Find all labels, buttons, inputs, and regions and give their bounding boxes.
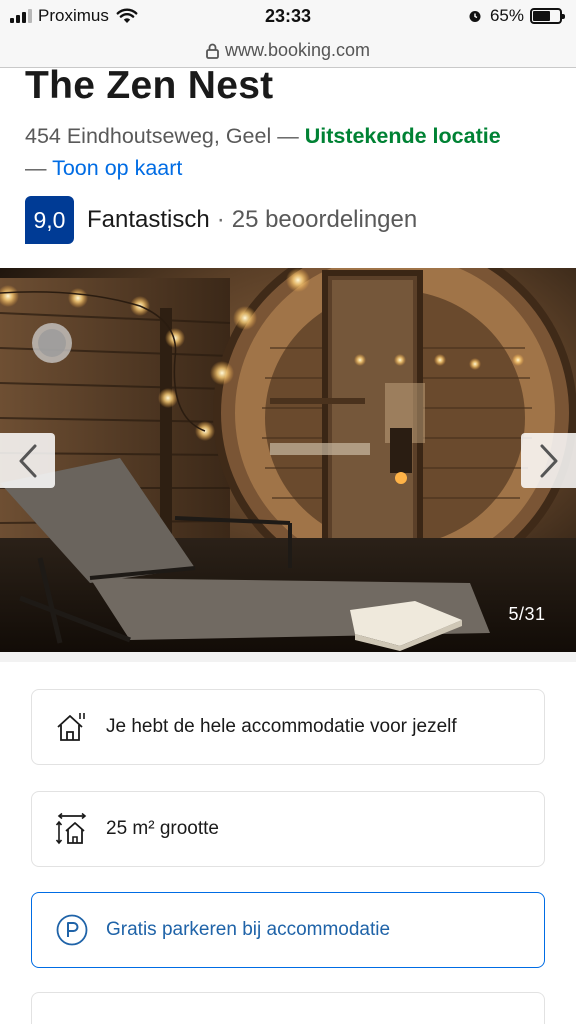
rating-separator: · [216, 206, 225, 233]
location-badge: Uitstekende locatie [304, 124, 501, 148]
alarm-icon [469, 11, 481, 22]
house-icon [52, 707, 92, 747]
rating-row[interactable]: 9,0 Fantastisch · 25 beoordelingen [25, 196, 417, 244]
lock-icon [206, 43, 219, 59]
battery-level [533, 11, 550, 21]
facility-card-parking[interactable]: Gratis parkeren bij accommodatie [31, 892, 545, 968]
facility-label: Gratis parkeren bij accommodatie [106, 919, 391, 940]
map-link-separator: — [25, 156, 47, 180]
sauna-barrel-photo [0, 268, 576, 652]
battery-percent: 65% [489, 6, 524, 25]
chevron-right-icon [540, 444, 557, 477]
section-divider [0, 652, 576, 662]
parking-icon [52, 910, 92, 950]
review-count[interactable]: 25 beoordelingen [232, 206, 418, 234]
house-icon [52, 1011, 92, 1024]
facility-label: 25 m² grootte [106, 818, 219, 839]
status-bar: Proximus 23:33 65% [0, 0, 576, 34]
battery-icon [530, 8, 565, 24]
status-right: 65% [468, 6, 565, 26]
property-title: The Zen Nest [25, 64, 274, 107]
facility-card-entire-place: Je hebt de hele accommodatie voor jezelf [31, 689, 545, 765]
size-icon [52, 809, 92, 849]
property-address: 454 Eindhoutseweg, Geel [25, 124, 272, 148]
gallery-photo[interactable] [0, 268, 576, 652]
gallery-prev-button[interactable] [0, 433, 55, 488]
gallery-next-button[interactable] [521, 433, 576, 488]
review-score-badge: 9,0 [25, 196, 74, 244]
address-line: 454 Eindhoutseweg, Geel — Uitstekende lo… [25, 120, 555, 184]
gallery-counter: 5/31 [508, 604, 546, 624]
facility-label: Je hebt de hele accommodatie voor jezelf [106, 716, 457, 737]
rating-label: Fantastisch [87, 206, 210, 233]
chevron-left-icon [19, 444, 36, 477]
address-separator: — [277, 124, 299, 148]
address-bar[interactable]: www.booking.com [0, 34, 576, 68]
facility-card-size: 25 m² grootte [31, 791, 545, 867]
facility-card-partial [31, 992, 545, 1024]
map-link[interactable]: Toon op kaart [52, 156, 182, 180]
url-text: www.booking.com [224, 40, 371, 60]
